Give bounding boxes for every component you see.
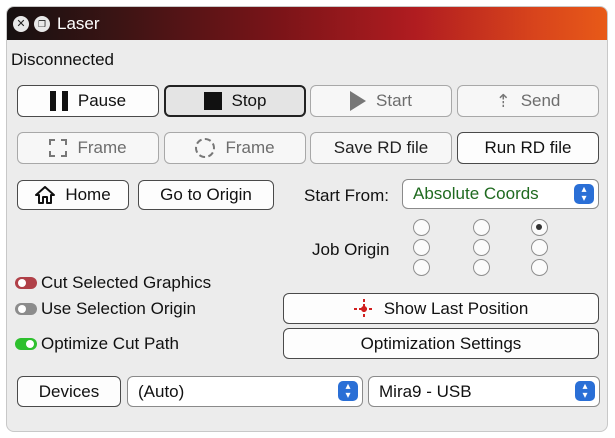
chevron-updown-icon: ▴ ▾	[575, 381, 595, 401]
optimize-cut-path-label: Optimize Cut Path	[41, 334, 179, 353]
house-icon	[35, 186, 56, 204]
send-label: Send	[520, 91, 561, 110]
start-from-label: Start From:	[304, 186, 390, 205]
use-selection-origin-toggle[interactable]	[15, 303, 37, 315]
stop-button[interactable]: Stop	[164, 85, 306, 117]
start-from-select[interactable]: Absolute Coords ▴ ▾	[402, 179, 599, 209]
dashed-square-icon	[49, 139, 68, 157]
optimization-settings-button[interactable]: Optimization Settings	[283, 328, 599, 359]
cut-selected-label: Cut Selected Graphics	[41, 273, 212, 292]
home-button[interactable]: Home	[17, 180, 129, 210]
cut-selected-toggle[interactable]	[15, 277, 37, 289]
job-origin-top-left[interactable]	[413, 219, 430, 236]
frame-rect-label: Frame	[77, 138, 127, 157]
restore-icon[interactable]: ❐	[34, 16, 50, 32]
job-origin-label: Job Origin	[312, 240, 390, 259]
send-button[interactable]: ⇡ Send	[457, 85, 599, 117]
play-icon	[350, 91, 367, 111]
pause-label: Pause	[77, 91, 127, 110]
chevron-updown-icon: ▴ ▾	[338, 381, 358, 401]
home-label: Home	[65, 185, 111, 204]
run-rd-file-button[interactable]: Run RD file	[457, 132, 599, 164]
stop-icon	[203, 92, 222, 110]
cut-selected-graphics-option[interactable]: Cut Selected Graphics	[15, 273, 211, 293]
job-origin-bottom-left[interactable]	[413, 259, 430, 276]
job-origin-top-right[interactable]	[531, 219, 548, 236]
save-rd-file-button[interactable]: Save RD file	[310, 132, 452, 164]
run-rd-file-label: Run RD file	[484, 138, 572, 157]
devices-label: Devices	[38, 381, 100, 401]
stop-label: Stop	[231, 91, 267, 110]
connection-status: Disconnected	[11, 50, 115, 69]
go-to-origin-button[interactable]: Go to Origin	[138, 180, 274, 210]
job-origin-center[interactable]	[473, 239, 490, 256]
devices-button[interactable]: Devices	[17, 376, 121, 407]
job-origin-top-center[interactable]	[473, 219, 490, 236]
close-icon[interactable]: ✕	[13, 16, 29, 32]
pause-icon	[49, 91, 68, 111]
chevron-updown-icon: ▴ ▾	[574, 184, 594, 204]
job-origin-middle-right[interactable]	[531, 239, 548, 256]
optimize-cut-path-option[interactable]: Optimize Cut Path	[15, 334, 179, 354]
optimize-cut-path-toggle[interactable]	[15, 338, 37, 350]
use-selection-origin-label: Use Selection Origin	[41, 299, 196, 318]
laser-window: ✕ ❐ Laser Disconnected Pause Stop Start …	[6, 6, 608, 432]
start-button[interactable]: Start	[310, 85, 452, 117]
job-origin-bottom-right[interactable]	[531, 259, 548, 276]
save-rd-file-label: Save RD file	[333, 138, 429, 157]
port-select-value: (Auto)	[138, 381, 185, 401]
frame-circle-button[interactable]: Frame	[164, 132, 306, 164]
upload-arrow-icon: ⇡	[495, 90, 511, 111]
use-selection-origin-option[interactable]: Use Selection Origin	[15, 299, 196, 319]
window-title: Laser	[57, 14, 100, 33]
frame-circle-label: Frame	[225, 138, 275, 157]
optimization-settings-label: Optimization Settings	[360, 333, 522, 353]
start-label: Start	[376, 91, 412, 110]
job-origin-middle-left[interactable]	[413, 239, 430, 256]
show-last-position-label: Show Last Position	[383, 298, 529, 318]
dashed-circle-icon	[195, 138, 216, 158]
job-origin-bottom-center[interactable]	[473, 259, 490, 276]
frame-rect-button[interactable]: Frame	[17, 132, 159, 164]
crosshair-icon	[353, 298, 374, 319]
pause-button[interactable]: Pause	[17, 85, 159, 117]
title-bar: ✕ ❐ Laser	[7, 7, 607, 40]
go-to-origin-label: Go to Origin	[160, 185, 252, 204]
device-select-value: Mira9 - USB	[379, 381, 472, 401]
device-select[interactable]: Mira9 - USB ▴ ▾	[368, 376, 600, 407]
port-select[interactable]: (Auto) ▴ ▾	[127, 376, 363, 407]
show-last-position-button[interactable]: Show Last Position	[283, 293, 599, 324]
start-from-value: Absolute Coords	[413, 184, 539, 203]
